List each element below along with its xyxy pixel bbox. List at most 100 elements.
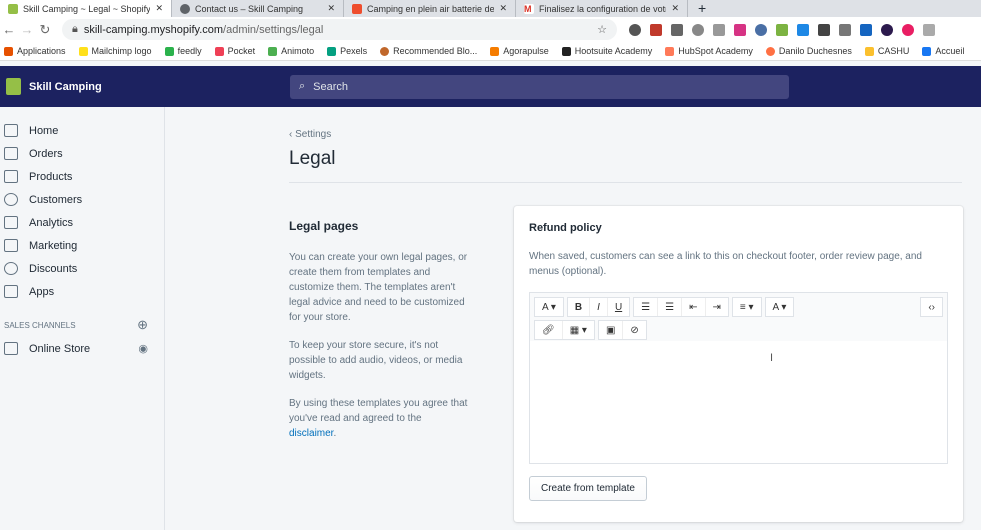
bookmark[interactable]: Pexels bbox=[327, 46, 367, 56]
outdent-button[interactable]: ⇤ bbox=[682, 298, 706, 316]
facebook-icon bbox=[922, 46, 932, 56]
sidebar-item-apps[interactable]: Apps bbox=[0, 280, 164, 303]
tab-strip: Skill Camping ~ Legal ~ Shopify ✕ Contact… bbox=[0, 0, 981, 17]
sidebar-item-home[interactable]: Home bbox=[0, 119, 164, 142]
image-button[interactable]: ▣ bbox=[599, 321, 624, 339]
feedly-icon bbox=[164, 46, 174, 56]
close-icon[interactable]: ✕ bbox=[327, 3, 335, 14]
bookmark[interactable]: feedly bbox=[164, 46, 202, 56]
extension-icon[interactable] bbox=[629, 23, 641, 36]
page-title: Legal bbox=[289, 148, 336, 169]
store-icon bbox=[4, 342, 18, 355]
text-color-dropdown[interactable]: A ▾ bbox=[766, 298, 794, 316]
close-icon[interactable]: ✕ bbox=[155, 3, 163, 14]
clear-format-button[interactable]: ⊘ bbox=[623, 321, 645, 339]
link-button[interactable]: 🔗︎ bbox=[535, 321, 563, 339]
store-logo[interactable]: Skill Camping bbox=[0, 78, 290, 95]
forward-icon[interactable]: → bbox=[18, 22, 36, 37]
bookmark[interactable]: Mailchimp logo bbox=[78, 46, 152, 56]
extension-icon[interactable] bbox=[650, 23, 662, 36]
cashu-icon bbox=[864, 46, 874, 56]
card-title: Refund policy bbox=[529, 222, 602, 234]
sidebar-item-customers[interactable]: Customers bbox=[0, 188, 164, 211]
extension-icon[interactable] bbox=[902, 23, 914, 36]
browser-tab[interactable]: M Finalisez la configuration de votre ✕ bbox=[516, 0, 688, 17]
legal-pages-annotation: Legal pages You can create your own lega… bbox=[289, 219, 468, 439]
reload-icon[interactable]: ↻ bbox=[36, 22, 54, 38]
bookmarks-bar: Applications Mailchimp logo feedly Pocke… bbox=[0, 42, 981, 61]
italic-button[interactable]: I bbox=[590, 298, 608, 316]
extension-icon[interactable] bbox=[923, 23, 935, 36]
extension-icon[interactable] bbox=[671, 23, 683, 36]
bookmark[interactable]: Danilo Duchesnes bbox=[765, 46, 852, 56]
browser-tab[interactable]: Camping en plein air batterie de ✕ bbox=[344, 0, 516, 17]
code-view-button[interactable]: ‹› bbox=[921, 298, 942, 316]
eye-icon[interactable]: ◉ bbox=[138, 342, 148, 355]
browser-tab[interactable]: Contact us – Skill Camping ✕ bbox=[172, 0, 344, 17]
divider bbox=[289, 182, 962, 183]
back-icon[interactable]: ← bbox=[0, 22, 18, 37]
search-input[interactable]: ⌕ Search bbox=[290, 74, 789, 99]
refund-policy-card: Refund policy When saved, customers can … bbox=[514, 206, 963, 522]
browser-tab[interactable]: Skill Camping ~ Legal ~ Shopify ✕ bbox=[0, 0, 172, 17]
globe-icon bbox=[180, 3, 190, 14]
numbered-list-button[interactable]: ☰ bbox=[658, 298, 683, 316]
bookmark[interactable]: Animoto bbox=[268, 46, 314, 56]
underline-button[interactable]: U bbox=[608, 298, 629, 316]
bookmark-icon bbox=[380, 46, 390, 56]
extension-icon[interactable] bbox=[797, 23, 809, 36]
extensions bbox=[629, 23, 935, 36]
extension-icon[interactable] bbox=[734, 23, 746, 36]
discount-icon bbox=[4, 262, 18, 275]
table-dropdown[interactable]: ▦ ▾ bbox=[563, 321, 594, 339]
section-heading: Legal pages bbox=[289, 219, 359, 233]
add-channel-icon[interactable]: ⊕ bbox=[137, 317, 148, 333]
breadcrumb[interactable]: ‹ Settings bbox=[289, 129, 331, 140]
close-icon[interactable]: ✕ bbox=[499, 3, 507, 14]
new-tab-button[interactable]: + bbox=[688, 0, 716, 17]
disclaimer-link[interactable]: disclaimer bbox=[289, 428, 333, 439]
hootsuite-icon bbox=[561, 46, 571, 56]
sidebar: Home Orders Products Customers Analytics… bbox=[0, 107, 165, 530]
font-style-dropdown[interactable]: A ▾ bbox=[535, 298, 563, 316]
check-icon[interactable] bbox=[860, 23, 872, 36]
hubspot-icon bbox=[665, 46, 675, 56]
extension-icon[interactable] bbox=[776, 23, 788, 36]
sidebar-item-products[interactable]: Products bbox=[0, 165, 164, 188]
bookmark[interactable]: Accueil bbox=[922, 46, 964, 56]
extension-icon[interactable] bbox=[881, 23, 893, 36]
pocket-icon[interactable] bbox=[839, 23, 851, 36]
bullet-list-button[interactable]: ☰ bbox=[634, 298, 659, 316]
create-from-template-button[interactable]: Create from template bbox=[529, 476, 647, 501]
megaphone-icon bbox=[4, 239, 18, 252]
extension-icon[interactable] bbox=[692, 23, 704, 36]
bold-button[interactable]: B bbox=[568, 298, 591, 316]
gmail-icon: M bbox=[524, 3, 534, 14]
bookmark[interactable]: Applications bbox=[4, 46, 66, 56]
mailchimp-icon bbox=[78, 46, 88, 56]
url-field[interactable]: 🔒︎ skill-camping.myshopify.com/admin/set… bbox=[62, 19, 617, 40]
sidebar-item-marketing[interactable]: Marketing bbox=[0, 234, 164, 257]
sidebar-item-analytics[interactable]: Analytics bbox=[0, 211, 164, 234]
extension-icon[interactable] bbox=[713, 23, 725, 36]
apps-icon bbox=[4, 285, 18, 298]
sidebar-item-orders[interactable]: Orders bbox=[0, 142, 164, 165]
bookmark[interactable]: Agorapulse bbox=[490, 46, 549, 56]
address-bar-row: ← → ↻ 🔒︎ skill-camping.myshopify.com/adm… bbox=[0, 17, 981, 42]
extension-icon[interactable] bbox=[818, 23, 830, 36]
bookmark[interactable]: Recommended Blo... bbox=[380, 46, 477, 56]
close-icon[interactable]: ✕ bbox=[671, 3, 679, 14]
bookmark[interactable]: CASHU bbox=[864, 46, 909, 56]
bookmark[interactable]: Hootsuite Academy bbox=[561, 46, 652, 56]
star-icon[interactable]: ☆ bbox=[597, 23, 607, 36]
rich-text-editor[interactable]: A ▾ BIU ☰ ☰ ⇤ ⇥ ≡ ▾ A ▾ ‹› 🔗︎ ▦ ▾ ▣ ⊘ bbox=[529, 292, 948, 464]
bookmark[interactable]: Pocket bbox=[214, 46, 255, 56]
customer-icon bbox=[4, 193, 18, 206]
bookmark[interactable]: HubSpot Academy bbox=[665, 46, 753, 56]
sidebar-item-online-store[interactable]: Online Store ◉ bbox=[0, 337, 164, 360]
shopify-topbar: Skill Camping ⌕ Search bbox=[0, 66, 981, 107]
extension-icon[interactable] bbox=[755, 23, 767, 36]
sidebar-item-discounts[interactable]: Discounts bbox=[0, 257, 164, 280]
indent-button[interactable]: ⇥ bbox=[706, 298, 728, 316]
align-dropdown[interactable]: ≡ ▾ bbox=[733, 298, 761, 316]
